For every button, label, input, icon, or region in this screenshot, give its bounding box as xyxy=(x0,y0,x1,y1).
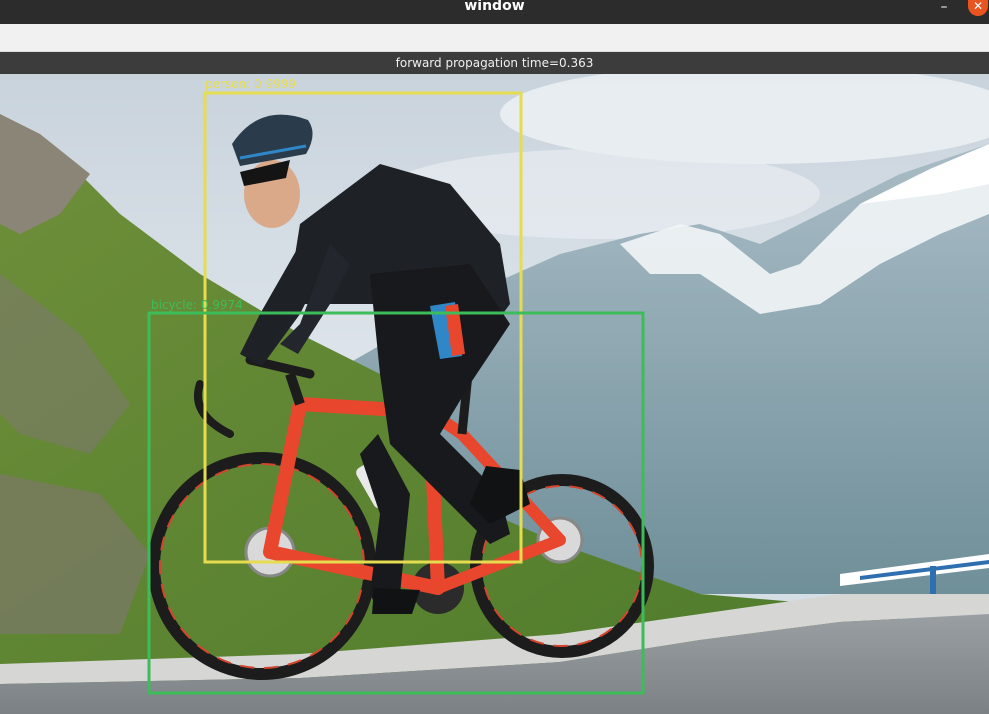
title-bar: window – ✕ xyxy=(0,0,989,24)
detection-image: person: 0.9999 bicycle: 0.9974 xyxy=(0,74,989,714)
minimize-icon[interactable]: – xyxy=(933,0,955,16)
window-title: window xyxy=(464,0,525,14)
status-text: forward propagation time=0.363 xyxy=(0,52,989,74)
bicycle-detection-label: bicycle: 0.9974 xyxy=(151,298,243,312)
toolbar xyxy=(0,24,989,52)
person-detection-label: person: 0.9999 xyxy=(205,77,296,91)
image-canvas: person: 0.9999 bicycle: 0.9974 xyxy=(0,74,989,714)
